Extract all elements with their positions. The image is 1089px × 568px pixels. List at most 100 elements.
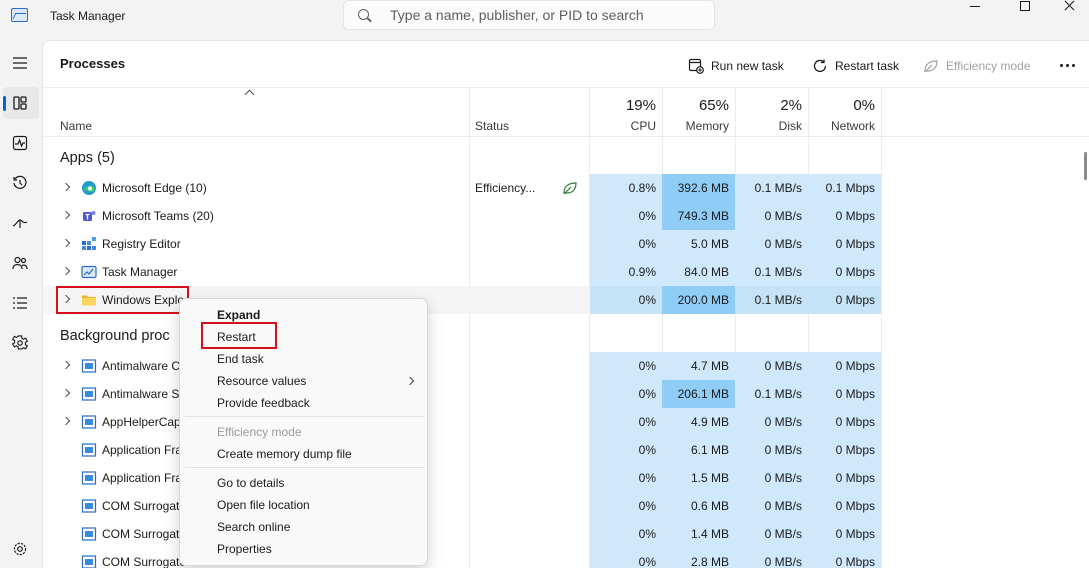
more-options-icon[interactable] xyxy=(1060,64,1076,68)
run-new-task-label: Run new task xyxy=(711,59,784,73)
hamburger-menu-button[interactable] xyxy=(3,47,39,79)
table-row[interactable]: COM Surrogat 0% 1.4 MB 0 MB/s 0 Mbps xyxy=(43,520,881,548)
search-box[interactable] xyxy=(343,0,715,30)
cpu-cell: 0% xyxy=(590,352,662,380)
sidebar-item-app-history[interactable] xyxy=(3,167,39,199)
sidebar-item-settings[interactable] xyxy=(3,533,39,565)
column-header-cpu[interactable]: CPU xyxy=(590,119,656,133)
menu-item-expand[interactable]: Expand xyxy=(217,308,260,322)
menu-item-open-file-location[interactable]: Open file location xyxy=(217,498,310,512)
users-icon xyxy=(12,256,28,270)
process-name: Registry Editor xyxy=(102,237,181,251)
network-cell: 0 Mbps xyxy=(808,464,881,492)
process-name: Microsoft Edge (10) xyxy=(102,181,207,195)
cpu-total: 19% xyxy=(625,97,656,114)
table-row[interactable]: COM Surrogate 0% 2.8 MB 0 MB/s 0 Mbps xyxy=(43,548,881,568)
cpu-cell: 0% xyxy=(590,202,662,230)
chevron-right-icon[interactable] xyxy=(61,266,71,276)
network-cell: 0 Mbps xyxy=(808,548,881,568)
column-header-name[interactable]: Name xyxy=(60,119,92,133)
table-row[interactable]: AppHelperCap 0% 4.9 MB 0 MB/s 0 Mbps xyxy=(43,408,881,436)
annotation-highlight-windows-explorer xyxy=(56,286,189,314)
table-row[interactable]: Application Fra 0% 6.1 MB 0 MB/s 0 Mbps xyxy=(43,436,881,464)
window-title: Task Manager xyxy=(50,9,126,23)
chevron-right-icon[interactable] xyxy=(61,182,71,192)
sidebar-item-users[interactable] xyxy=(3,247,39,279)
close-button[interactable] xyxy=(1046,0,1089,30)
cpu-cell: 0% xyxy=(590,464,662,492)
memory-total: 65% xyxy=(698,97,729,114)
table-row[interactable]: Microsoft Teams (20) 0% 749.3 MB 0 MB/s … xyxy=(43,202,881,230)
memory-cell: 206.1 MB xyxy=(662,380,735,408)
table-row[interactable]: COM Surrogat 0% 0.6 MB 0 MB/s 0 Mbps xyxy=(43,492,881,520)
column-header-network[interactable]: Network xyxy=(808,119,875,133)
table-row[interactable]: Task Manager 0.9% 84.0 MB 0.1 MB/s 0 Mbp… xyxy=(43,258,881,286)
sidebar-item-details[interactable] xyxy=(3,287,39,319)
service-process-icon xyxy=(81,443,97,457)
chevron-right-icon[interactable] xyxy=(61,238,71,248)
memory-cell: 2.8 MB xyxy=(662,548,735,568)
disk-cell: 0 MB/s xyxy=(735,520,808,548)
chevron-right-icon[interactable] xyxy=(61,360,71,370)
maximize-icon xyxy=(1020,1,1030,11)
search-input[interactable] xyxy=(390,1,710,29)
table-row[interactable]: Antimalware S 0% 206.1 MB 0.1 MB/s 0 Mbp… xyxy=(43,380,881,408)
menu-item-go-to-details[interactable]: Go to details xyxy=(217,476,284,490)
memory-cell: 4.7 MB xyxy=(662,352,735,380)
vertical-scrollbar[interactable] xyxy=(1084,152,1087,180)
run-new-task-button[interactable]: Run new task xyxy=(688,53,784,79)
memory-cell: 84.0 MB xyxy=(662,258,735,286)
sidebar-item-processes[interactable] xyxy=(3,87,39,119)
settings-icon xyxy=(13,542,27,556)
column-header-memory[interactable]: Memory xyxy=(662,119,729,133)
menu-item-create-memory-dump[interactable]: Create memory dump file xyxy=(217,447,352,461)
column-header-status[interactable]: Status xyxy=(475,119,509,133)
service-process-icon xyxy=(81,527,97,541)
menu-item-properties[interactable]: Properties xyxy=(217,542,272,556)
menu-item-efficiency-mode[interactable]: Efficiency mode xyxy=(217,425,302,439)
minimize-button[interactable] xyxy=(952,0,998,30)
task-manager-app-icon xyxy=(11,8,28,22)
network-cell: 0 Mbps xyxy=(808,286,881,314)
chevron-right-icon[interactable] xyxy=(61,416,71,426)
restart-task-button[interactable]: Restart task xyxy=(812,53,899,79)
chevron-right-icon[interactable] xyxy=(61,388,71,398)
table-row[interactable]: Microsoft Edge (10) Efficiency... 0.8% 3… xyxy=(43,174,881,202)
sort-chevron-up-icon xyxy=(244,89,255,100)
menu-item-resource-values[interactable]: Resource values xyxy=(217,374,306,388)
network-cell: 0 Mbps xyxy=(808,492,881,520)
process-name: Application Fra xyxy=(102,471,183,485)
cpu-cell: 0% xyxy=(590,408,662,436)
menu-item-end-task[interactable]: End task xyxy=(217,352,264,366)
network-cell: 0.1 Mbps xyxy=(808,174,881,202)
process-name: COM Surrogat xyxy=(102,527,180,541)
process-name: COM Surrogate xyxy=(102,555,187,568)
chevron-right-icon xyxy=(405,376,415,386)
column-header-disk[interactable]: Disk xyxy=(735,119,802,133)
group-header-apps: Apps (5) xyxy=(60,150,115,166)
network-total: 0% xyxy=(853,97,875,114)
maximize-button[interactable] xyxy=(1002,0,1048,30)
search-icon xyxy=(358,9,369,20)
process-name: Application Fra xyxy=(102,443,183,457)
menu-item-search-online[interactable]: Search online xyxy=(217,520,290,534)
services-icon xyxy=(12,335,28,350)
sidebar-item-startup-apps[interactable] xyxy=(3,207,39,239)
table-row[interactable]: Application Fra 0% 1.5 MB 0 MB/s 0 Mbps xyxy=(43,464,881,492)
menu-item-provide-feedback[interactable]: Provide feedback xyxy=(217,396,310,410)
registry-editor-icon xyxy=(82,237,96,250)
disk-cell: 0 MB/s xyxy=(735,230,808,258)
chevron-right-icon[interactable] xyxy=(61,210,71,220)
context-menu: Expand Restart End task Resource values … xyxy=(179,298,428,566)
title-bar: Task Manager xyxy=(0,0,1089,36)
table-row[interactable]: Registry Editor 0% 5.0 MB 0 MB/s 0 Mbps xyxy=(43,230,881,258)
sidebar-item-performance[interactable] xyxy=(3,127,39,159)
menu-divider xyxy=(185,416,424,417)
table-row[interactable]: Antimalware C 0% 4.7 MB 0 MB/s 0 Mbps xyxy=(43,352,881,380)
sidebar-item-services[interactable] xyxy=(3,327,39,359)
memory-cell: 6.1 MB xyxy=(662,436,735,464)
performance-icon xyxy=(12,135,28,151)
efficiency-mode-button[interactable]: Efficiency mode xyxy=(923,53,1031,79)
process-status: Efficiency... xyxy=(475,181,536,195)
startup-apps-icon xyxy=(12,219,28,228)
